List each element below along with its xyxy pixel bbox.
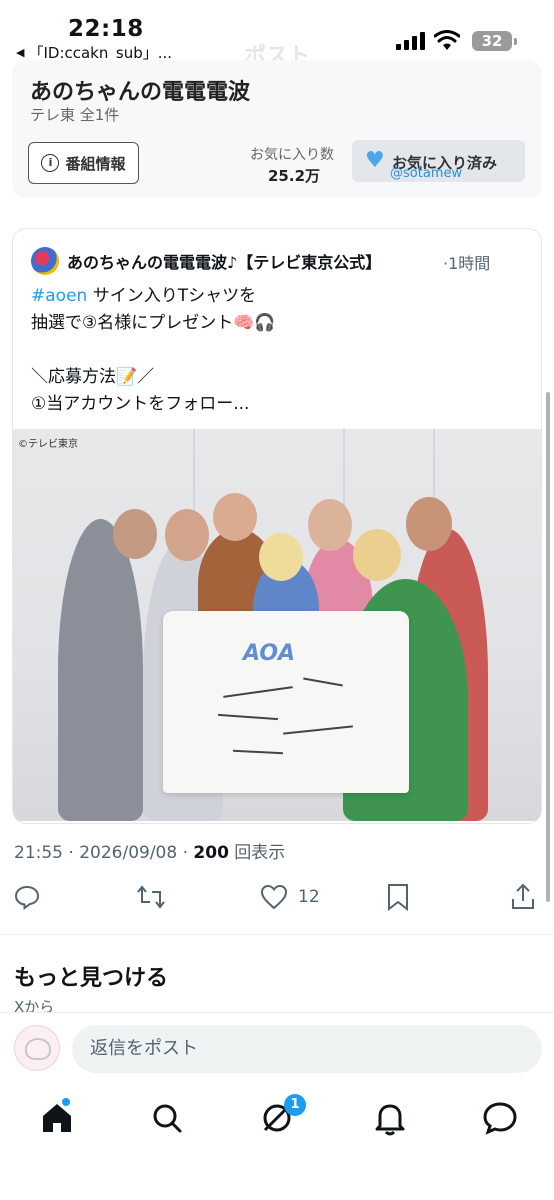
- reply-bar: 返信をポスト: [0, 1012, 554, 1084]
- avatar-face-icon: [25, 1038, 51, 1060]
- person-figure: [58, 519, 143, 821]
- signal-icon: [396, 32, 426, 50]
- reply-icon: [14, 885, 40, 910]
- post-line2: 抽選で③名様にプレゼント🧠🎧: [31, 313, 276, 333]
- bookmark-icon: [388, 884, 408, 911]
- views-label: 回表示: [228, 843, 286, 863]
- tshirt-logo: AOA: [243, 641, 296, 666]
- post-image[interactable]: ©テレビ東京 AOA: [13, 429, 541, 821]
- bell-icon[interactable]: [370, 1098, 410, 1138]
- favorites-label: お気に入り数: [250, 147, 334, 163]
- repost-icon: [137, 885, 165, 909]
- person-figure: [213, 493, 257, 541]
- program-info-label: 番組情報: [65, 154, 126, 173]
- heart-outline-icon: [260, 884, 288, 910]
- share-button[interactable]: [510, 883, 536, 911]
- person-figure: [165, 509, 209, 561]
- post-timestamp: 21:55 · 2026/09/08 ·: [14, 843, 194, 863]
- like-count: 12: [298, 887, 320, 907]
- post-line1: サイン入りTシャツを: [87, 286, 257, 306]
- post-line3: ＼応募方法📝／: [31, 367, 155, 387]
- info-icon: i: [41, 154, 60, 172]
- share-icon: [512, 883, 534, 909]
- person-figure: [406, 497, 452, 551]
- bookmark-button[interactable]: [386, 883, 410, 911]
- reply-input[interactable]: 返信をポスト: [72, 1025, 542, 1073]
- image-copyright: ©テレビ東京: [18, 439, 78, 450]
- post-card[interactable]: あのちゃんの電電電波♪【テレビ東京公式】 ·1時間 #aoen サイン入りTシャ…: [12, 228, 542, 824]
- signed-tshirt: AOA: [163, 611, 409, 793]
- scroll-indicator[interactable]: [546, 392, 550, 902]
- search-icon[interactable]: [147, 1098, 187, 1138]
- post-actions: 12: [0, 875, 554, 919]
- post-meta: 21:55 · 2026/09/08 · 200 回表示: [14, 838, 285, 863]
- post-line4[interactable]: ①当アカウントをフォロー...: [31, 391, 276, 418]
- battery-icon: 32: [472, 31, 512, 51]
- heart-icon: ♥: [365, 148, 385, 173]
- post-author[interactable]: あのちゃんの電電電波♪【テレビ東京公式】: [67, 249, 381, 273]
- battery-tip: [514, 38, 517, 45]
- person-figure: [259, 533, 303, 581]
- program-subtitle: テレ東 全1件: [30, 106, 120, 124]
- person-figure: [308, 499, 352, 551]
- post-text: #aoen サイン入りTシャツを 抽選で③名様にプレゼント🧠🎧 ＼応募方法📝／ …: [31, 283, 276, 418]
- reply-button[interactable]: [14, 883, 40, 911]
- person-figure: [113, 509, 157, 559]
- status-time: 22:18: [68, 16, 144, 42]
- author-avatar[interactable]: [31, 247, 59, 275]
- home-notification-dot: [62, 1098, 70, 1106]
- post-time: ·1時間: [443, 254, 491, 273]
- like-button[interactable]: 12: [260, 883, 320, 911]
- back-triangle-icon: ◀: [16, 46, 25, 59]
- repost-button[interactable]: [136, 883, 166, 911]
- hashtag-link[interactable]: #aoen: [31, 286, 87, 306]
- program-title: あのちゃんの電電電波: [30, 80, 251, 105]
- watermark: @sotamew: [390, 166, 463, 181]
- divider: [0, 934, 554, 935]
- home-icon[interactable]: [37, 1098, 77, 1138]
- program-card: あのちゃんの電電電波 テレ東 全1件 i 番組情報 お気に入り数 25.2万 ♥…: [12, 60, 542, 198]
- person-figure: [353, 529, 401, 581]
- wifi-icon: [434, 30, 460, 50]
- favorites-count: 25.2万: [268, 167, 321, 185]
- tab-bar: 1: [0, 1084, 554, 1200]
- views-count: 200: [193, 843, 229, 863]
- user-avatar[interactable]: [14, 1025, 60, 1071]
- messages-icon[interactable]: [480, 1098, 520, 1138]
- program-info-button[interactable]: i 番組情報: [28, 142, 139, 184]
- discover-title: もっと見つける: [14, 966, 169, 991]
- notification-badge: 1: [284, 1094, 306, 1116]
